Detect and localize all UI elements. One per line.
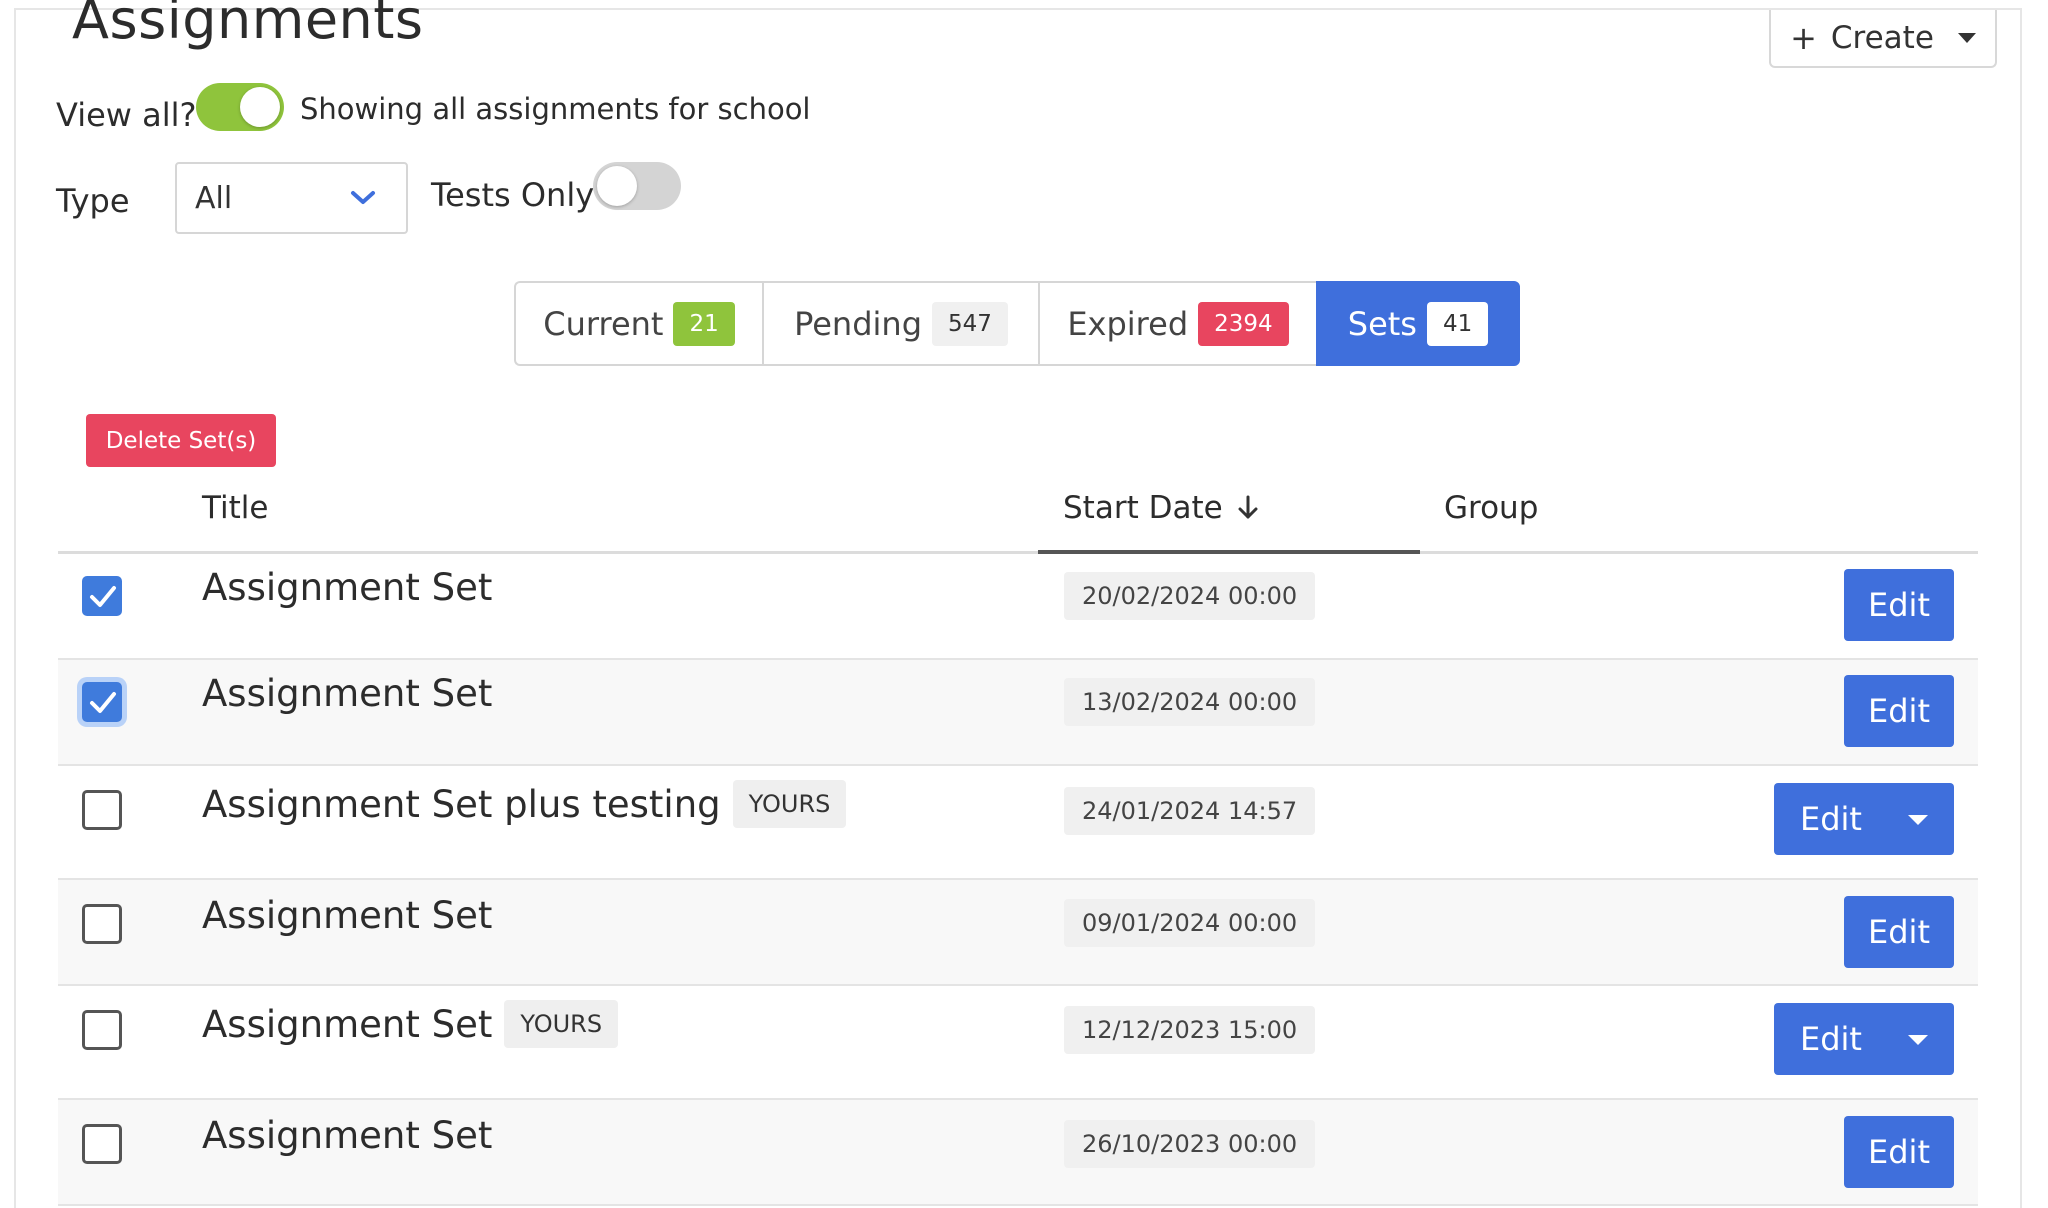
- start-date-chip: 13/02/2024 00:00: [1064, 678, 1316, 726]
- tab-current[interactable]: Current 21: [514, 281, 762, 366]
- yours-badge: YOURS: [504, 1000, 619, 1048]
- chevron-down-icon: [351, 191, 375, 204]
- row-title-text: Assignment Set: [202, 672, 493, 715]
- edit-button[interactable]: Edit: [1844, 569, 1954, 641]
- edit-button[interactable]: Edit: [1844, 1116, 1954, 1188]
- caret-down-icon[interactable]: [1908, 1035, 1928, 1045]
- row-checkbox[interactable]: [82, 576, 122, 616]
- row-title[interactable]: Assignment Set: [202, 672, 492, 715]
- sets-table-body: Assignment Set 20/02/2024 00:00 Edit Ass…: [58, 554, 1978, 1206]
- type-label: Type: [56, 182, 130, 220]
- row-title[interactable]: Assignment Set plus testing YOURS: [202, 780, 847, 828]
- row-title-text: Assignment Set: [202, 566, 493, 609]
- yours-badge: YOURS: [732, 780, 847, 828]
- row-title[interactable]: Assignment Set: [202, 1114, 492, 1157]
- start-date-chip: 09/01/2024 00:00: [1064, 899, 1316, 947]
- count-badge: 41: [1426, 301, 1489, 346]
- checkmark-icon: [90, 586, 116, 607]
- table-row: Assignment Set 13/02/2024 00:00 Edit: [58, 660, 1978, 766]
- create-label: Create: [1830, 20, 1934, 56]
- view-all-label: View all?: [56, 96, 197, 134]
- type-select-value: All: [195, 180, 233, 216]
- tab-label: Current: [543, 304, 664, 343]
- caret-down-icon: [1957, 33, 1976, 43]
- page-title: Assignments: [72, 0, 424, 51]
- row-title-text: Assignment Set: [202, 1002, 493, 1046]
- start-date-chip: 24/01/2024 14:57: [1064, 787, 1316, 835]
- checkmark-icon: [90, 692, 116, 713]
- row-checkbox[interactable]: [82, 1010, 122, 1050]
- edit-split-button[interactable]: Edit: [1774, 783, 1954, 855]
- view-all-toggle[interactable]: [196, 83, 284, 131]
- edit-split-button[interactable]: Edit: [1774, 1003, 1954, 1075]
- tab-label: Expired: [1067, 304, 1189, 343]
- table-header: Title Start Date Group: [58, 468, 1978, 554]
- count-badge: 2394: [1198, 301, 1289, 346]
- row-title-text: Assignment Set: [202, 894, 493, 937]
- edit-label: Edit: [1800, 800, 1862, 838]
- tab-label: Pending: [794, 304, 922, 343]
- count-badge: 21: [673, 301, 735, 346]
- view-all-description: Showing all assignments for school: [300, 92, 811, 126]
- count-badge: 547: [932, 301, 1008, 346]
- tests-only-toggle[interactable]: [593, 162, 681, 210]
- start-date-chip: 12/12/2023 15:00: [1064, 1006, 1316, 1054]
- tab-label: Sets: [1347, 304, 1417, 343]
- tab-pending[interactable]: Pending 547: [762, 281, 1038, 366]
- column-header-group[interactable]: Group: [1444, 490, 1538, 526]
- table-row: Assignment Set 20/02/2024 00:00 Edit: [58, 554, 1978, 660]
- type-select[interactable]: All: [175, 162, 408, 234]
- table-row: Assignment Set 26/10/2023 00:00 Edit: [58, 1100, 1978, 1206]
- row-title[interactable]: Assignment Set: [202, 566, 492, 609]
- row-title[interactable]: Assignment Set YOURS: [202, 1000, 619, 1048]
- column-header-start-date[interactable]: Start Date: [1063, 490, 1259, 526]
- row-checkbox[interactable]: [82, 1124, 122, 1164]
- edit-button[interactable]: Edit: [1844, 675, 1954, 747]
- row-checkbox[interactable]: [82, 790, 122, 830]
- row-title-text: Assignment Set plus testing: [202, 782, 721, 826]
- create-button[interactable]: + Create: [1769, 10, 1997, 68]
- toggle-knob: [240, 87, 280, 127]
- tests-only-label: Tests Only: [431, 176, 595, 214]
- delete-sets-button[interactable]: Delete Set(s): [86, 414, 276, 467]
- arrow-down-icon: [1238, 495, 1258, 519]
- table-row: Assignment Set plus testing YOURS 24/01/…: [58, 766, 1978, 880]
- row-checkbox[interactable]: [82, 682, 122, 722]
- plus-icon: +: [1790, 19, 1817, 57]
- tab-expired[interactable]: Expired 2394: [1038, 281, 1316, 366]
- start-date-chip: 26/10/2023 00:00: [1064, 1120, 1316, 1168]
- column-header-label: Start Date: [1063, 490, 1223, 526]
- edit-label: Edit: [1800, 1020, 1862, 1058]
- toggle-knob: [597, 166, 637, 206]
- table-row: Assignment Set 09/01/2024 00:00 Edit: [58, 880, 1978, 986]
- start-date-chip: 20/02/2024 00:00: [1064, 572, 1316, 620]
- row-checkbox[interactable]: [82, 904, 122, 944]
- tab-sets[interactable]: Sets 41: [1316, 281, 1520, 366]
- assignment-tabs: Current 21 Pending 547 Expired 2394 Sets…: [514, 281, 1520, 366]
- column-header-title[interactable]: Title: [202, 490, 268, 526]
- caret-down-icon[interactable]: [1908, 815, 1928, 825]
- row-title[interactable]: Assignment Set: [202, 894, 492, 937]
- row-title-text: Assignment Set: [202, 1114, 493, 1157]
- edit-button[interactable]: Edit: [1844, 896, 1954, 968]
- table-row: Assignment Set YOURS 12/12/2023 15:00 Ed…: [58, 986, 1978, 1100]
